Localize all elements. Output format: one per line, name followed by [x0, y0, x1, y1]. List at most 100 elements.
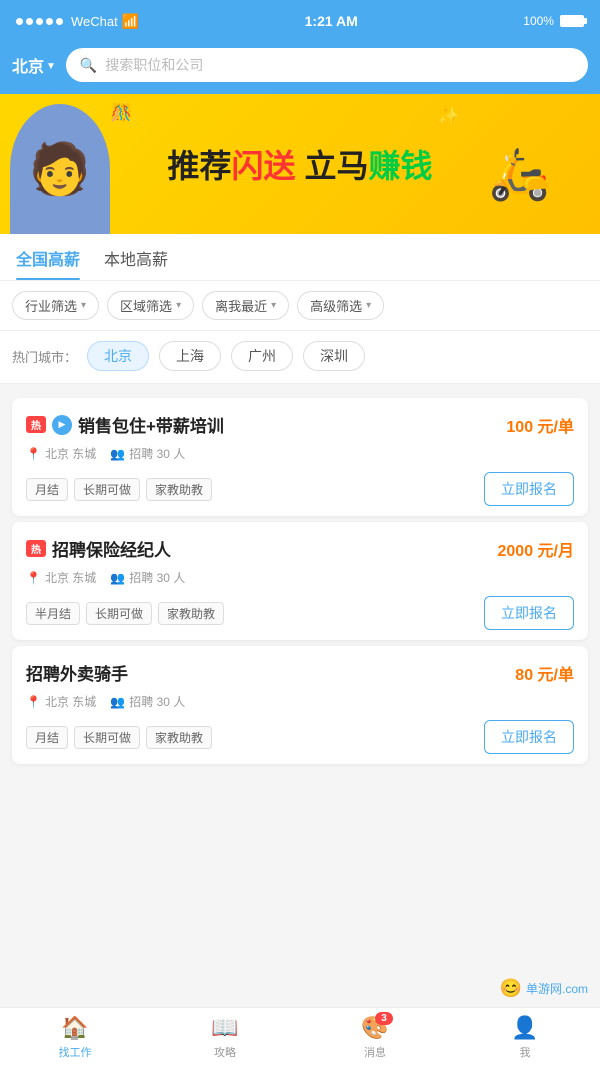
city-selector[interactable]: 北京 ▼ [12, 53, 56, 77]
banner-text: 推荐闪送 立马赚钱 [168, 141, 433, 187]
status-time: 1:21 AM [305, 13, 358, 29]
job-salary-2: 2000 元/月 [498, 537, 575, 561]
signal-dots [16, 18, 63, 25]
watermark-icon: 😊 [500, 978, 522, 999]
job-tags-3: 月结 长期可做 家教助教 [26, 726, 212, 749]
nav-find-work[interactable]: 🏠 找工作 [0, 1008, 150, 1067]
banner-right-figure: 🛵 [460, 114, 580, 234]
home-icon: 🏠 [61, 1015, 88, 1041]
chevron-down-icon: ▾ [366, 300, 371, 311]
banner-text3: 立马 [296, 148, 369, 184]
job-salary-3: 80 元/单 [515, 661, 574, 685]
location-icon: 📍 [26, 695, 41, 709]
banner-text4: 赚钱 [368, 148, 432, 184]
person-icon: 👥 [110, 447, 125, 461]
banner: 🧑 推荐闪送 立马赚钱 🛵 🎊 ✨ [0, 94, 600, 234]
city-chip-beijing[interactable]: 北京 [87, 341, 149, 371]
message-badge: 3 [375, 1012, 393, 1025]
job-title-2: 招聘保险经纪人 [52, 536, 171, 561]
bottom-nav: 🏠 找工作 📖 攻略 3 🎨 消息 👤 我 [0, 1007, 600, 1067]
nav-label-guide: 攻略 [214, 1044, 236, 1060]
status-bar: WeChat 📶 1:21 AM 100% [0, 0, 600, 40]
hot-badge-1: 热 [26, 416, 46, 433]
battery-icon [560, 15, 584, 27]
tag-1-2: 家教助教 [146, 478, 212, 501]
job-recruit-2: 👥 招聘 30 人 [110, 569, 185, 586]
filter-nearby[interactable]: 离我最近 ▾ [202, 291, 289, 320]
nav-label-profile: 我 [520, 1044, 531, 1060]
city-arrow-icon: ▼ [46, 61, 56, 72]
job-tags-1: 月结 长期可做 家教助教 [26, 478, 212, 501]
search-bar[interactable]: 🔍 搜索职位和公司 [66, 48, 588, 82]
nav-guide[interactable]: 📖 攻略 [150, 1008, 300, 1067]
hot-cities-bar: 热门城市： 北京 上海 广州 深圳 [0, 331, 600, 384]
banner-text1: 推荐 [168, 148, 232, 184]
filter-bar: 行业筛选 ▾ 区域筛选 ▾ 离我最近 ▾ 高级筛选 ▾ [0, 281, 600, 331]
status-left: WeChat 📶 [16, 13, 139, 30]
tag-3-2: 家教助教 [146, 726, 212, 749]
filter-area[interactable]: 区域筛选 ▾ [107, 291, 194, 320]
nav-profile[interactable]: 👤 我 [450, 1008, 600, 1067]
apply-button-1[interactable]: 立即报名 [484, 472, 574, 506]
job-card-3[interactable]: 招聘外卖骑手 80 元/单 📍 北京 东城 👥 招聘 30 人 月结 长期可做 [12, 646, 588, 764]
tag-2-2: 家教助教 [158, 602, 224, 625]
tag-2-0: 半月结 [26, 602, 80, 625]
filter-industry[interactable]: 行业筛选 ▾ [12, 291, 99, 320]
carrier-label: WeChat [71, 14, 118, 29]
banner-text2: 闪送 [232, 148, 296, 184]
chevron-down-icon: ▾ [271, 300, 276, 311]
hot-badge-2: 热 [26, 540, 46, 557]
apply-button-3[interactable]: 立即报名 [484, 720, 574, 754]
nav-messages[interactable]: 3 🎨 消息 [300, 1008, 450, 1067]
status-right: 100% [523, 14, 584, 28]
job-title-1: 销售包住+带薪培训 [78, 412, 224, 437]
person-icon: 👤 [511, 1015, 538, 1041]
search-input-placeholder: 搜索职位和公司 [105, 55, 203, 75]
location-icon: 📍 [26, 571, 41, 585]
city-chip-guangzhou[interactable]: 广州 [231, 341, 293, 371]
job-tags-2: 半月结 长期可做 家教助教 [26, 602, 224, 625]
job-card-2[interactable]: 热 招聘保险经纪人 2000 元/月 📍 北京 东城 👥 招聘 30 人 半月结 [12, 522, 588, 640]
job-title-3: 招聘外卖骑手 [26, 660, 128, 685]
tag-1-0: 月结 [26, 478, 68, 501]
battery-label: 100% [523, 14, 554, 28]
banner-left-figure: 🧑 [10, 104, 110, 234]
nav-label-find-work: 找工作 [59, 1044, 92, 1060]
nav-label-messages: 消息 [364, 1044, 386, 1060]
tag-2-1: 长期可做 [86, 602, 152, 625]
tag-3-0: 月结 [26, 726, 68, 749]
banner-deco2: ✨ [438, 106, 460, 127]
job-salary-1: 100 元/单 [506, 413, 574, 437]
tag-3-1: 长期可做 [74, 726, 140, 749]
job-recruit-1: 👥 招聘 30 人 [110, 445, 185, 462]
video-badge-1: ▶ [52, 415, 72, 435]
watermark-text: 单游网.com [526, 980, 588, 997]
tab-local[interactable]: 本地高薪 [104, 246, 168, 280]
person-icon: 👥 [110, 695, 125, 709]
header: 北京 ▼ 🔍 搜索职位和公司 [0, 40, 600, 94]
chevron-down-icon: ▾ [81, 300, 86, 311]
book-icon: 📖 [211, 1015, 238, 1041]
person-icon: 👥 [110, 571, 125, 585]
city-chip-shanghai[interactable]: 上海 [159, 341, 221, 371]
search-icon: 🔍 [80, 57, 97, 74]
tab-bar: 全国高薪 本地高薪 [0, 234, 600, 281]
location-icon: 📍 [26, 447, 41, 461]
tab-national[interactable]: 全国高薪 [16, 246, 80, 280]
city-chip-shenzhen[interactable]: 深圳 [303, 341, 365, 371]
chevron-down-icon: ▾ [176, 300, 181, 311]
tag-1-1: 长期可做 [74, 478, 140, 501]
apply-button-2[interactable]: 立即报名 [484, 596, 574, 630]
banner-deco1: 🎊 [110, 102, 132, 123]
job-location-1: 📍 北京 东城 [26, 445, 96, 462]
job-list: 热 ▶ 销售包住+带薪培训 100 元/单 📍 北京 东城 👥 招聘 30 人 [0, 384, 600, 778]
job-card-1[interactable]: 热 ▶ 销售包住+带薪培训 100 元/单 📍 北京 东城 👥 招聘 30 人 [12, 398, 588, 516]
wifi-icon: 📶 [122, 13, 139, 30]
city-name: 北京 [12, 53, 44, 77]
watermark: 😊 单游网.com [500, 978, 588, 999]
job-location-2: 📍 北京 东城 [26, 569, 96, 586]
filter-advanced[interactable]: 高级筛选 ▾ [297, 291, 384, 320]
hot-cities-label: 热门城市： [12, 347, 77, 366]
job-location-3: 📍 北京 东城 [26, 693, 96, 710]
job-recruit-3: 👥 招聘 30 人 [110, 693, 185, 710]
